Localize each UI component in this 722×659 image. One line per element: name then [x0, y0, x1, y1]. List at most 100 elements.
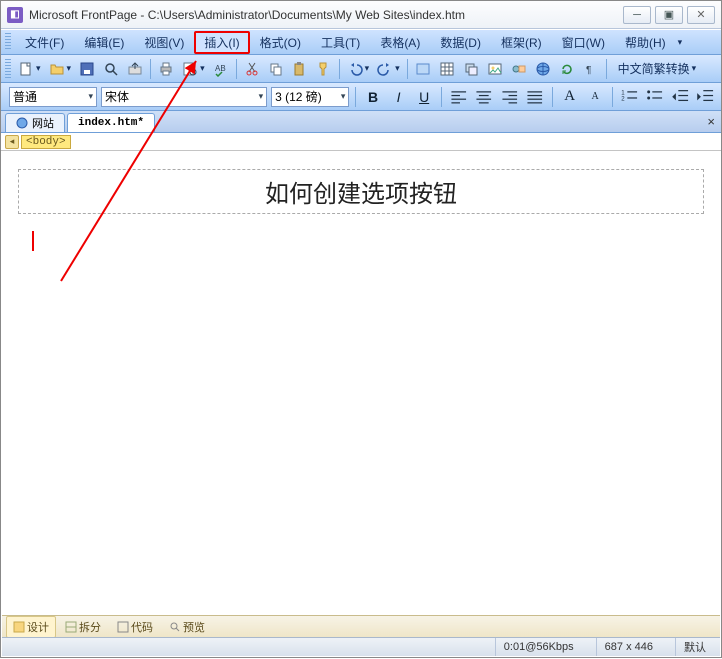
style-combo[interactable]: 普通▾ — [9, 87, 97, 107]
menubar-grip[interactable] — [5, 33, 11, 51]
menu-bar: 文件(F) 编辑(E) 视图(V) 插入(I) 格式(O) 工具(T) 表格(A… — [1, 29, 721, 55]
breadcrumb-back-button[interactable]: ◂ — [5, 135, 19, 149]
align-justify-button[interactable] — [524, 86, 546, 108]
format-painter-button[interactable] — [313, 58, 335, 80]
increase-font-button[interactable]: A — [559, 86, 581, 108]
app-name: Microsoft FrontPage — [29, 8, 137, 22]
window-title: Microsoft FrontPage - C:\Users\Administr… — [29, 8, 623, 22]
copy-button[interactable] — [265, 58, 287, 80]
tab-website-label: 网站 — [32, 115, 54, 131]
close-button[interactable]: ✕ — [687, 6, 715, 24]
menu-edit[interactable]: 编辑(E) — [74, 31, 134, 54]
standard-toolbar: ▾ ▾ ▾ AB ▾ ▾ ¶ 中文简繁转换▾ — [1, 55, 721, 83]
align-left-button[interactable] — [448, 86, 470, 108]
menu-frames[interactable]: 框架(R) — [491, 31, 552, 54]
menu-help[interactable]: 帮助(H) — [615, 31, 676, 54]
toolbar-separator — [552, 87, 553, 107]
menu-format[interactable]: 格式(O) — [250, 31, 311, 54]
svg-text:¶: ¶ — [586, 65, 591, 76]
view-preview[interactable]: 预览 — [162, 616, 212, 638]
new-button[interactable]: ▾ — [15, 58, 44, 80]
align-center-button[interactable] — [473, 86, 495, 108]
menu-overflow-icon[interactable]: ▾ — [678, 37, 683, 48]
view-code[interactable]: 代码 — [110, 616, 160, 638]
svg-text:AB: AB — [215, 64, 226, 73]
bold-button[interactable]: B — [362, 86, 384, 108]
tab-website[interactable]: 网站 — [5, 113, 65, 132]
view-design-label: 设计 — [27, 619, 49, 635]
toolbar-separator — [606, 59, 607, 79]
undo-button[interactable]: ▾ — [344, 58, 373, 80]
toolbar-separator — [612, 87, 613, 107]
code-icon — [117, 621, 129, 633]
editing-canvas[interactable]: 如何创建选项按钮 — [2, 153, 720, 615]
underline-button[interactable]: U — [413, 86, 435, 108]
maximize-button[interactable]: ▣ — [655, 6, 683, 24]
menu-data[interactable]: 数据(D) — [430, 31, 491, 54]
view-design[interactable]: 设计 — [6, 616, 56, 638]
cut-button[interactable] — [241, 58, 263, 80]
split-icon — [65, 621, 77, 633]
svg-text:2: 2 — [621, 95, 625, 102]
menu-window[interactable]: 窗口(W) — [552, 31, 615, 54]
app-icon: ◧ — [7, 7, 23, 23]
view-split[interactable]: 拆分 — [58, 616, 108, 638]
drawing-button[interactable] — [508, 58, 530, 80]
redo-button[interactable]: ▾ — [374, 58, 403, 80]
menu-insert[interactable]: 插入(I) — [194, 31, 249, 54]
chinese-convert-label: 中文简繁转换 — [618, 60, 690, 77]
toolbar-grip[interactable] — [5, 59, 11, 79]
preview-button[interactable]: ▾ — [179, 58, 208, 80]
status-mode-label: 默认 — [684, 639, 706, 655]
menu-file[interactable]: 文件(F) — [15, 31, 74, 54]
body-tag-chip[interactable]: <body> — [21, 135, 71, 149]
menu-tools[interactable]: 工具(T) — [311, 31, 370, 54]
font-value: 宋体 — [105, 88, 129, 105]
status-mode[interactable]: 默认 — [675, 638, 714, 656]
toolbar-separator — [339, 59, 340, 79]
bullet-list-button[interactable] — [644, 86, 666, 108]
heading-block[interactable]: 如何创建选项按钮 — [18, 169, 704, 214]
save-button[interactable] — [76, 58, 98, 80]
toolbar-separator — [355, 87, 356, 107]
status-bar: 0:01@56Kbps 687 x 446 默认 — [2, 637, 720, 656]
decrease-font-button[interactable]: A — [584, 86, 606, 108]
view-split-label: 拆分 — [79, 619, 101, 635]
numbered-list-button[interactable]: 12 — [619, 86, 641, 108]
menu-view[interactable]: 视图(V) — [134, 31, 194, 54]
refresh-button[interactable] — [556, 58, 578, 80]
paste-button[interactable] — [289, 58, 311, 80]
title-bar: ◧ Microsoft FrontPage - C:\Users\Adminis… — [1, 1, 721, 29]
tab-close-button[interactable]: × — [707, 114, 715, 129]
align-right-button[interactable] — [499, 86, 521, 108]
publish-button[interactable] — [124, 58, 146, 80]
document-tabstrip: 网站 index.htm* × — [1, 111, 721, 133]
minimize-button[interactable]: ─ — [623, 6, 651, 24]
globe-icon — [16, 117, 28, 129]
menu-table[interactable]: 表格(A) — [370, 31, 430, 54]
insert-layer-button[interactable] — [460, 58, 482, 80]
spelling-button[interactable]: AB — [210, 58, 232, 80]
open-button[interactable]: ▾ — [46, 58, 75, 80]
stop-button[interactable]: ¶ — [580, 58, 602, 80]
print-button[interactable] — [155, 58, 177, 80]
toolbar-separator — [441, 87, 442, 107]
status-dimensions: 687 x 446 — [596, 638, 661, 656]
decrease-indent-button[interactable] — [670, 86, 692, 108]
insert-table-button[interactable] — [436, 58, 458, 80]
heading-text: 如何创建选项按钮 — [265, 181, 457, 208]
insert-picture-button[interactable] — [484, 58, 506, 80]
chinese-convert-button[interactable]: 中文简繁转换▾ — [611, 58, 704, 80]
increase-indent-button[interactable] — [695, 86, 717, 108]
hyperlink-button[interactable] — [532, 58, 554, 80]
size-value: 3 (12 磅) — [275, 88, 322, 105]
toolbar-separator — [150, 59, 151, 79]
italic-button[interactable]: I — [388, 86, 410, 108]
font-combo[interactable]: 宋体▾ — [101, 87, 267, 107]
search-button[interactable] — [100, 58, 122, 80]
tab-index-htm[interactable]: index.htm* — [67, 113, 155, 132]
toolbar-separator — [407, 59, 408, 79]
size-combo[interactable]: 3 (12 磅)▾ — [271, 87, 349, 107]
web-component-button[interactable] — [412, 58, 434, 80]
style-value: 普通 — [13, 88, 37, 105]
